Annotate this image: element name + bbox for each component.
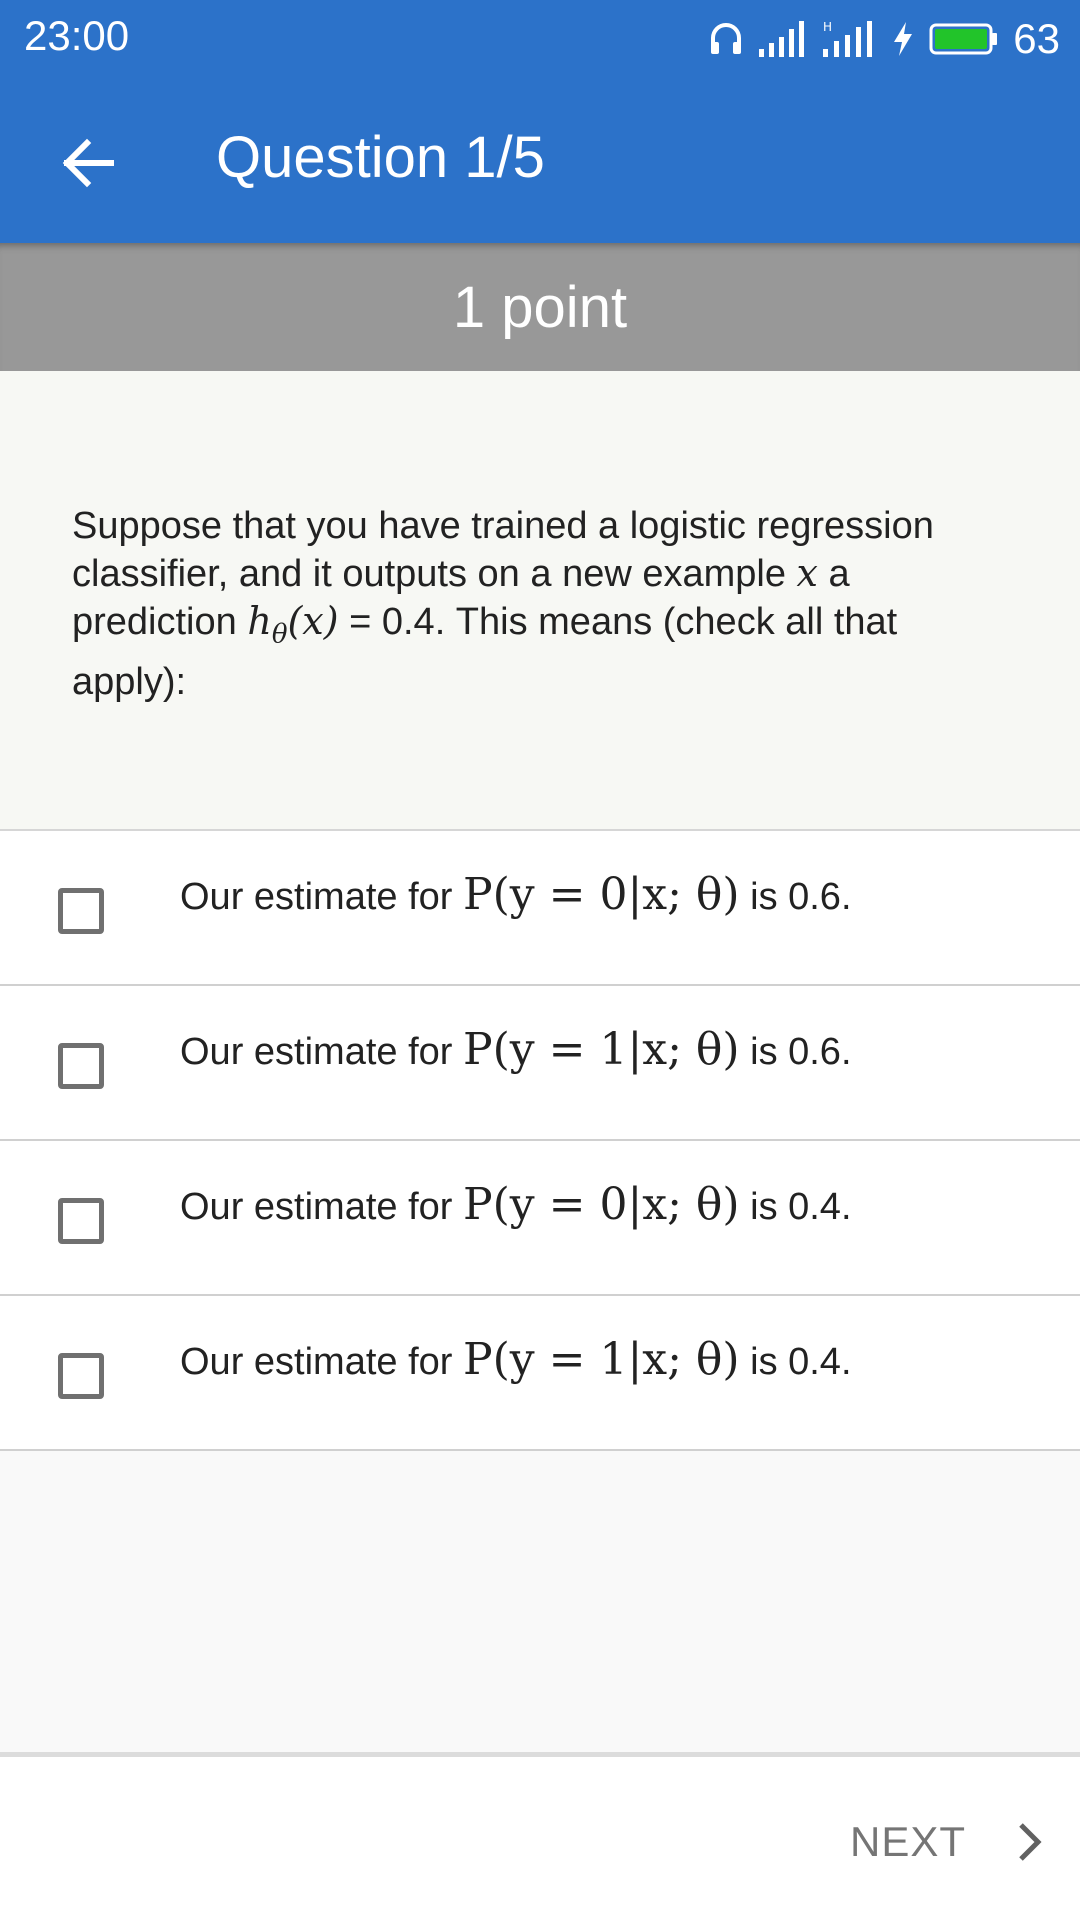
question-area: Suppose that you have trained a logistic… — [0, 371, 1080, 831]
math-h: h — [247, 599, 272, 643]
option-item[interactable]: Our estimate for P(y = 1|x; θ) is 0.4. — [0, 1296, 1080, 1451]
question-text: Suppose that you have trained a logistic… — [72, 503, 1012, 706]
option-math: P(y = 0|x; θ) — [462, 1179, 740, 1230]
option-item[interactable]: Our estimate for P(y = 0|x; θ) is 0.4. — [0, 1141, 1080, 1296]
option-suffix: is 0.6. — [739, 876, 852, 918]
option-prefix: Our estimate for — [180, 1031, 463, 1073]
option-suffix: is 0.4. — [739, 1341, 852, 1383]
footer: NEXT — [0, 1752, 1080, 1925]
option-item[interactable]: Our estimate for P(y = 1|x; θ) is 0.6. — [0, 986, 1080, 1141]
option-prefix: Our estimate for — [180, 1341, 463, 1383]
option-label: Our estimate for P(y = 0|x; θ) is 0.4. — [180, 1179, 852, 1230]
checkbox[interactable] — [58, 1353, 104, 1399]
battery-icon — [929, 23, 998, 55]
math-theta-sub: θ — [271, 619, 288, 650]
math-x-arg: (x) — [287, 599, 339, 643]
option-math: P(y = 0|x; θ) — [462, 869, 740, 920]
option-math: P(y = 1|x; θ) — [462, 1334, 740, 1385]
signal-icon — [759, 21, 805, 57]
option-label: Our estimate for P(y = 1|x; θ) is 0.6. — [180, 1024, 852, 1075]
option-suffix: is 0.4. — [739, 1186, 852, 1228]
option-prefix: Our estimate for — [180, 1186, 463, 1228]
options-list: Our estimate for P(y = 0|x; θ) is 0.6. O… — [0, 831, 1080, 1451]
empty-area — [0, 1452, 1080, 1752]
charging-icon — [894, 22, 913, 56]
option-item[interactable]: Our estimate for P(y = 0|x; θ) is 0.6. — [0, 831, 1080, 986]
status-time: 23:00 — [24, 12, 130, 59]
chevron-right-icon — [1019, 1823, 1042, 1861]
checkbox[interactable] — [58, 1198, 104, 1244]
back-button[interactable] — [52, 128, 122, 198]
option-label: Our estimate for P(y = 0|x; θ) is 0.6. — [180, 869, 852, 920]
headset-icon — [711, 23, 742, 54]
option-math: P(y = 1|x; θ) — [462, 1024, 740, 1075]
status-icons: H 63 — [709, 12, 1060, 66]
battery-percent: 63 — [1013, 15, 1060, 62]
app-bar: Question 1/5 — [0, 78, 1080, 243]
arrow-left-icon — [62, 138, 114, 188]
page-title: Question 1/5 — [216, 125, 545, 190]
option-label: Our estimate for P(y = 1|x; θ) is 0.4. — [180, 1334, 852, 1385]
next-button[interactable]: NEXT — [850, 1797, 1044, 1887]
next-label: NEXT — [849, 1818, 966, 1865]
option-prefix: Our estimate for — [180, 876, 463, 918]
status-bar: 23:00 H 63 — [0, 0, 1080, 78]
checkbox[interactable] — [58, 1043, 104, 1089]
signal-h-icon: H — [823, 20, 873, 57]
svg-text:H: H — [823, 20, 832, 34]
math-var-x: x — [796, 551, 818, 595]
points-banner: 1 point — [0, 243, 1080, 371]
checkbox[interactable] — [58, 888, 104, 934]
option-suffix: is 0.6. — [739, 1031, 852, 1073]
